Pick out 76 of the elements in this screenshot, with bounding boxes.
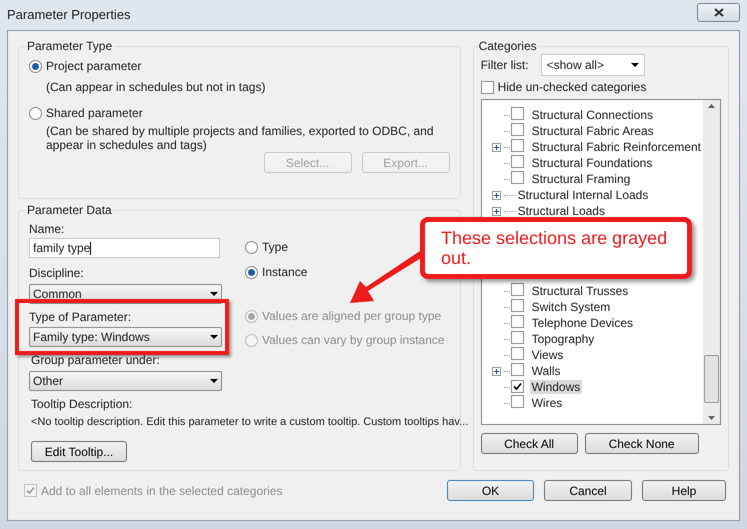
category-label[interactable]: Structural Fabric Reinforcement [530, 140, 703, 154]
caret-icon [210, 335, 218, 339]
category-label[interactable]: Structural Loads [516, 204, 607, 218]
option-label[interactable]: Shared parameter [46, 106, 143, 120]
tooltip-label: Tooltip Description: [31, 397, 132, 411]
checkbox[interactable] [510, 347, 524, 360]
check-all-button[interactable]: Check All [480, 433, 578, 454]
scroll-thumb[interactable] [704, 355, 719, 403]
scroll-up-icon[interactable] [708, 104, 715, 108]
edit-tooltip-button[interactable]: Edit Tooltip... [31, 441, 127, 462]
checkbox[interactable] [510, 380, 524, 393]
name-field[interactable]: family type [29, 238, 220, 258]
checkbox[interactable] [510, 123, 524, 136]
scroll-down-icon[interactable] [708, 416, 715, 420]
category-label[interactable]: Walls [530, 364, 562, 378]
expand-icon[interactable] [492, 206, 502, 216]
radio-button[interactable] [245, 240, 258, 254]
type-label: Type of Parameter: [29, 310, 132, 324]
option-description: (Can appear in schedules but not in tags) [46, 80, 266, 94]
scrollbar[interactable] [703, 100, 720, 424]
option-label[interactable]: Instance [262, 265, 308, 279]
window-title: Parameter Properties [7, 8, 132, 22]
expand-icon[interactable] [492, 366, 502, 376]
category-label[interactable]: Structural Connections [530, 108, 655, 122]
category-label[interactable]: Structural Foundations [530, 156, 654, 170]
checkbox[interactable] [510, 363, 524, 376]
group-title: Categories [478, 39, 538, 53]
checkbox[interactable] [480, 80, 494, 94]
category-label[interactable]: Views [530, 348, 566, 362]
option-label[interactable]: Project parameter [46, 59, 142, 73]
radio-button[interactable] [29, 106, 42, 120]
cancel-button[interactable]: Cancel [544, 480, 632, 501]
group-dropdown[interactable]: Other [29, 371, 222, 391]
checkbox[interactable] [510, 395, 524, 408]
category-label[interactable]: Structural Internal Loads [516, 188, 650, 202]
radio-button[interactable] [29, 60, 42, 72]
expand-icon[interactable] [492, 190, 502, 200]
hide-unchecked-label[interactable]: Hide un-checked categories [498, 80, 646, 94]
ok-button[interactable]: OK [447, 480, 534, 501]
tooltip-description: <No tooltip description. Edit this parameter to write a custom tooltip. Custom tooltips hav... [31, 415, 468, 429]
callout: These selections are grayed out. [420, 217, 692, 279]
checkbox[interactable] [510, 283, 524, 296]
filter-dropdown[interactable]: <show all> [540, 54, 645, 76]
close-icon [714, 8, 724, 16]
category-label[interactable]: Telephone Devices [530, 316, 635, 330]
option-label[interactable]: Type [262, 240, 288, 254]
caret-icon [210, 379, 218, 383]
type-dropdown[interactable]: Family type: Windows [29, 327, 222, 347]
help-button[interactable]: Help [642, 480, 726, 501]
category-label[interactable]: Windows [530, 380, 582, 394]
check-none-button[interactable]: Check None [584, 433, 699, 454]
radio-button[interactable] [245, 266, 258, 278]
checkbox[interactable] [510, 331, 524, 344]
checkbox[interactable] [510, 107, 524, 120]
caret-icon [630, 63, 639, 67]
category-label[interactable]: Wires [530, 396, 564, 410]
group-title: Parameter Type [26, 39, 114, 53]
discipline-label: Discipline: [29, 266, 85, 280]
category-label[interactable]: Structural Fabric Areas [530, 124, 656, 138]
checkbox[interactable] [510, 315, 524, 328]
caret-icon [210, 292, 218, 296]
category-label[interactable]: Topography [530, 332, 596, 346]
group-under-label: Group parameter under: [31, 353, 161, 367]
option-description: (Can be shared by multiple projects and families, exported to ODBC, and appear in schedules and tags) [46, 124, 435, 152]
category-label[interactable]: Structural Framing [530, 172, 632, 186]
checkbox[interactable] [510, 171, 524, 184]
name-label: Name: [29, 222, 66, 236]
checkbox[interactable] [510, 139, 524, 152]
category-label[interactable]: Structural Trusses [530, 284, 630, 298]
close-button[interactable] [697, 2, 740, 22]
category-label[interactable]: Switch System [530, 300, 612, 314]
expand-icon[interactable] [492, 142, 502, 152]
group-title: Parameter Data [26, 203, 113, 217]
filter-label: Filter list: [480, 58, 529, 72]
checkbox[interactable] [510, 155, 524, 168]
checkbox[interactable] [510, 299, 524, 312]
